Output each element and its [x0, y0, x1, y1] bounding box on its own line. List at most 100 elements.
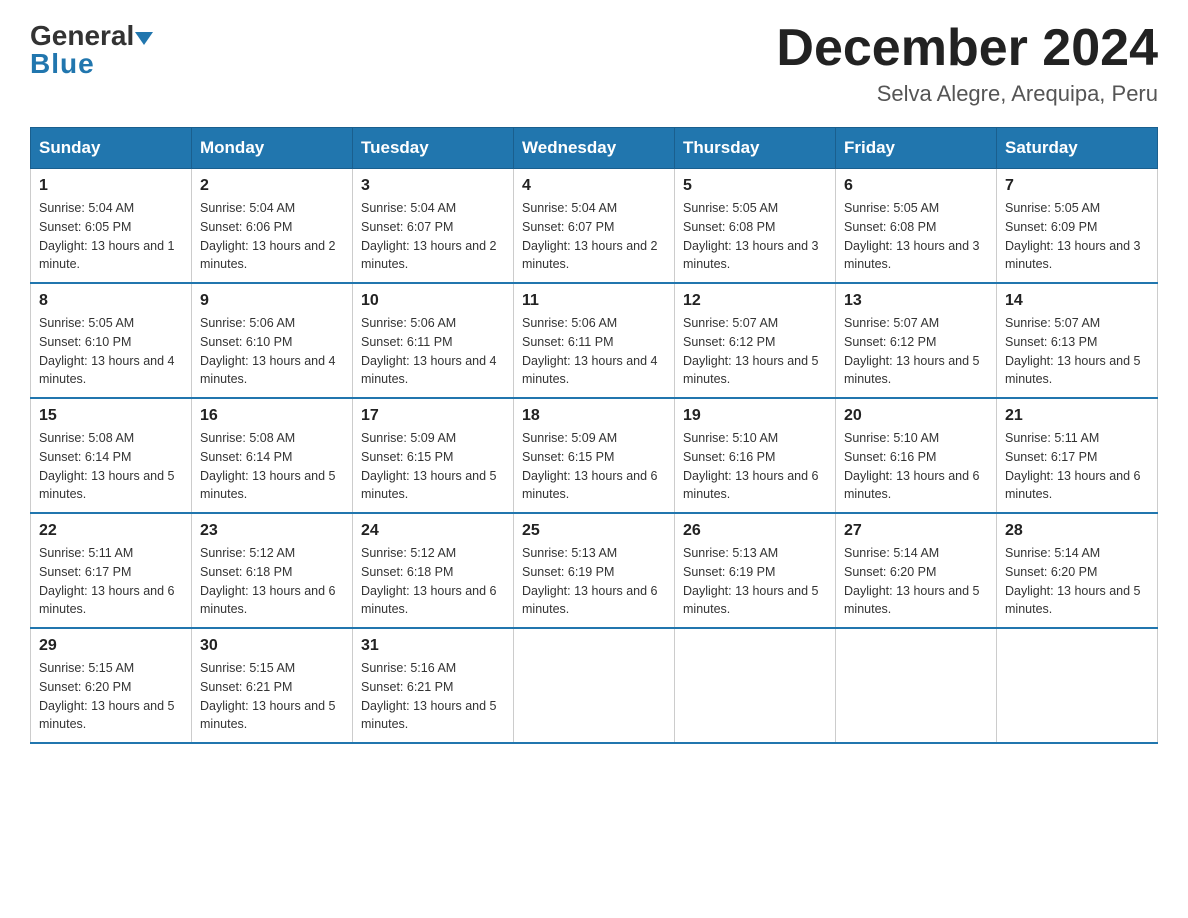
header-saturday: Saturday — [997, 128, 1158, 169]
day-number: 20 — [844, 407, 988, 425]
calendar-cell: 3 Sunrise: 5:04 AM Sunset: 6:07 PM Dayli… — [353, 169, 514, 284]
day-info: Sunrise: 5:05 AM Sunset: 6:10 PM Dayligh… — [39, 314, 183, 389]
calendar-cell: 31 Sunrise: 5:16 AM Sunset: 6:21 PM Dayl… — [353, 628, 514, 743]
day-info: Sunrise: 5:13 AM Sunset: 6:19 PM Dayligh… — [522, 544, 666, 619]
day-number: 5 — [683, 177, 827, 195]
calendar-cell: 24 Sunrise: 5:12 AM Sunset: 6:18 PM Dayl… — [353, 513, 514, 628]
calendar-cell: 6 Sunrise: 5:05 AM Sunset: 6:08 PM Dayli… — [836, 169, 997, 284]
day-number: 18 — [522, 407, 666, 425]
calendar-week-row: 29 Sunrise: 5:15 AM Sunset: 6:20 PM Dayl… — [31, 628, 1158, 743]
day-number: 12 — [683, 292, 827, 310]
day-info: Sunrise: 5:16 AM Sunset: 6:21 PM Dayligh… — [361, 659, 505, 734]
calendar-cell: 26 Sunrise: 5:13 AM Sunset: 6:19 PM Dayl… — [675, 513, 836, 628]
day-number: 30 — [200, 637, 344, 655]
day-number: 19 — [683, 407, 827, 425]
day-info: Sunrise: 5:07 AM Sunset: 6:13 PM Dayligh… — [1005, 314, 1149, 389]
day-number: 22 — [39, 522, 183, 540]
day-info: Sunrise: 5:04 AM Sunset: 6:07 PM Dayligh… — [361, 199, 505, 274]
location-subtitle: Selva Alegre, Arequipa, Peru — [776, 81, 1158, 107]
calendar-cell: 13 Sunrise: 5:07 AM Sunset: 6:12 PM Dayl… — [836, 283, 997, 398]
calendar-cell: 21 Sunrise: 5:11 AM Sunset: 6:17 PM Dayl… — [997, 398, 1158, 513]
day-number: 14 — [1005, 292, 1149, 310]
day-number: 27 — [844, 522, 988, 540]
calendar-cell — [836, 628, 997, 743]
day-info: Sunrise: 5:15 AM Sunset: 6:20 PM Dayligh… — [39, 659, 183, 734]
page-header: General Blue December 2024 Selva Alegre,… — [30, 20, 1158, 107]
day-number: 31 — [361, 637, 505, 655]
day-number: 21 — [1005, 407, 1149, 425]
calendar-cell: 7 Sunrise: 5:05 AM Sunset: 6:09 PM Dayli… — [997, 169, 1158, 284]
day-info: Sunrise: 5:12 AM Sunset: 6:18 PM Dayligh… — [200, 544, 344, 619]
calendar-cell: 25 Sunrise: 5:13 AM Sunset: 6:19 PM Dayl… — [514, 513, 675, 628]
day-info: Sunrise: 5:08 AM Sunset: 6:14 PM Dayligh… — [200, 429, 344, 504]
calendar-cell: 9 Sunrise: 5:06 AM Sunset: 6:10 PM Dayli… — [192, 283, 353, 398]
day-number: 29 — [39, 637, 183, 655]
day-number: 8 — [39, 292, 183, 310]
day-info: Sunrise: 5:07 AM Sunset: 6:12 PM Dayligh… — [683, 314, 827, 389]
calendar-week-row: 15 Sunrise: 5:08 AM Sunset: 6:14 PM Dayl… — [31, 398, 1158, 513]
day-number: 11 — [522, 292, 666, 310]
day-number: 4 — [522, 177, 666, 195]
calendar-cell — [997, 628, 1158, 743]
calendar-cell: 22 Sunrise: 5:11 AM Sunset: 6:17 PM Dayl… — [31, 513, 192, 628]
calendar-cell — [514, 628, 675, 743]
day-info: Sunrise: 5:04 AM Sunset: 6:07 PM Dayligh… — [522, 199, 666, 274]
day-info: Sunrise: 5:09 AM Sunset: 6:15 PM Dayligh… — [522, 429, 666, 504]
day-number: 17 — [361, 407, 505, 425]
calendar-cell: 20 Sunrise: 5:10 AM Sunset: 6:16 PM Dayl… — [836, 398, 997, 513]
calendar-table: Sunday Monday Tuesday Wednesday Thursday… — [30, 127, 1158, 744]
calendar-cell: 15 Sunrise: 5:08 AM Sunset: 6:14 PM Dayl… — [31, 398, 192, 513]
calendar-week-row: 22 Sunrise: 5:11 AM Sunset: 6:17 PM Dayl… — [31, 513, 1158, 628]
calendar-cell — [675, 628, 836, 743]
day-info: Sunrise: 5:04 AM Sunset: 6:06 PM Dayligh… — [200, 199, 344, 274]
calendar-cell: 10 Sunrise: 5:06 AM Sunset: 6:11 PM Dayl… — [353, 283, 514, 398]
day-number: 10 — [361, 292, 505, 310]
logo: General Blue — [30, 20, 153, 80]
header-friday: Friday — [836, 128, 997, 169]
calendar-week-row: 8 Sunrise: 5:05 AM Sunset: 6:10 PM Dayli… — [31, 283, 1158, 398]
calendar-cell: 14 Sunrise: 5:07 AM Sunset: 6:13 PM Dayl… — [997, 283, 1158, 398]
day-number: 24 — [361, 522, 505, 540]
calendar-cell: 5 Sunrise: 5:05 AM Sunset: 6:08 PM Dayli… — [675, 169, 836, 284]
day-number: 13 — [844, 292, 988, 310]
day-number: 23 — [200, 522, 344, 540]
day-info: Sunrise: 5:07 AM Sunset: 6:12 PM Dayligh… — [844, 314, 988, 389]
day-info: Sunrise: 5:09 AM Sunset: 6:15 PM Dayligh… — [361, 429, 505, 504]
calendar-cell: 30 Sunrise: 5:15 AM Sunset: 6:21 PM Dayl… — [192, 628, 353, 743]
calendar-cell: 23 Sunrise: 5:12 AM Sunset: 6:18 PM Dayl… — [192, 513, 353, 628]
day-info: Sunrise: 5:06 AM Sunset: 6:10 PM Dayligh… — [200, 314, 344, 389]
day-info: Sunrise: 5:10 AM Sunset: 6:16 PM Dayligh… — [844, 429, 988, 504]
day-number: 28 — [1005, 522, 1149, 540]
day-number: 7 — [1005, 177, 1149, 195]
day-number: 2 — [200, 177, 344, 195]
calendar-header-row: Sunday Monday Tuesday Wednesday Thursday… — [31, 128, 1158, 169]
title-block: December 2024 Selva Alegre, Arequipa, Pe… — [776, 20, 1158, 107]
day-info: Sunrise: 5:05 AM Sunset: 6:08 PM Dayligh… — [844, 199, 988, 274]
day-info: Sunrise: 5:12 AM Sunset: 6:18 PM Dayligh… — [361, 544, 505, 619]
day-info: Sunrise: 5:15 AM Sunset: 6:21 PM Dayligh… — [200, 659, 344, 734]
day-info: Sunrise: 5:11 AM Sunset: 6:17 PM Dayligh… — [1005, 429, 1149, 504]
header-wednesday: Wednesday — [514, 128, 675, 169]
logo-blue-text: Blue — [30, 48, 95, 80]
calendar-cell: 27 Sunrise: 5:14 AM Sunset: 6:20 PM Dayl… — [836, 513, 997, 628]
day-number: 3 — [361, 177, 505, 195]
day-number: 16 — [200, 407, 344, 425]
header-tuesday: Tuesday — [353, 128, 514, 169]
calendar-cell: 11 Sunrise: 5:06 AM Sunset: 6:11 PM Dayl… — [514, 283, 675, 398]
logo-blue-part — [134, 32, 153, 43]
day-info: Sunrise: 5:06 AM Sunset: 6:11 PM Dayligh… — [522, 314, 666, 389]
day-number: 6 — [844, 177, 988, 195]
header-thursday: Thursday — [675, 128, 836, 169]
calendar-cell: 16 Sunrise: 5:08 AM Sunset: 6:14 PM Dayl… — [192, 398, 353, 513]
day-info: Sunrise: 5:14 AM Sunset: 6:20 PM Dayligh… — [844, 544, 988, 619]
day-info: Sunrise: 5:05 AM Sunset: 6:08 PM Dayligh… — [683, 199, 827, 274]
day-info: Sunrise: 5:11 AM Sunset: 6:17 PM Dayligh… — [39, 544, 183, 619]
day-number: 9 — [200, 292, 344, 310]
header-monday: Monday — [192, 128, 353, 169]
day-info: Sunrise: 5:08 AM Sunset: 6:14 PM Dayligh… — [39, 429, 183, 504]
day-number: 26 — [683, 522, 827, 540]
calendar-week-row: 1 Sunrise: 5:04 AM Sunset: 6:05 PM Dayli… — [31, 169, 1158, 284]
calendar-cell: 29 Sunrise: 5:15 AM Sunset: 6:20 PM Dayl… — [31, 628, 192, 743]
month-title: December 2024 — [776, 20, 1158, 77]
day-number: 15 — [39, 407, 183, 425]
